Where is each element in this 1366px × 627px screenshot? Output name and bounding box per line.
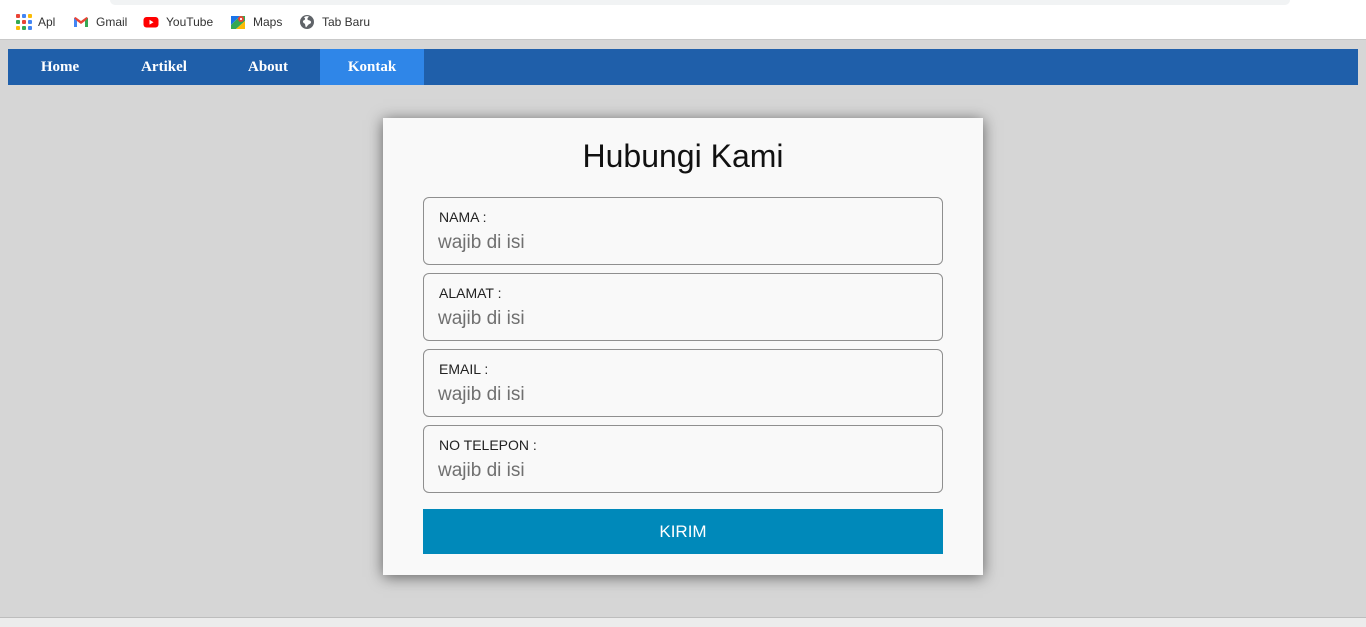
email-field: EMAIL :: [423, 349, 943, 417]
bookmark-new-tab[interactable]: Tab Baru: [299, 13, 370, 31]
phone-label: NO TELEPON :: [439, 437, 537, 453]
address-field: ALAMAT :: [423, 273, 943, 341]
address-input[interactable]: [438, 306, 918, 332]
bookmarks-bar: Apl Gmail YouTube Maps Tab Baru: [0, 0, 1366, 40]
bookmark-label: Apl: [38, 15, 56, 29]
submit-button[interactable]: KIRIM: [423, 509, 943, 554]
email-label: EMAIL :: [439, 361, 489, 377]
nav-item-about[interactable]: About: [216, 49, 320, 85]
youtube-icon: [143, 14, 159, 30]
bookmark-maps[interactable]: Maps: [230, 13, 282, 31]
name-input[interactable]: [438, 230, 918, 256]
nav-item-kontak[interactable]: Kontak: [320, 49, 424, 85]
maps-icon: [230, 14, 246, 30]
bookmark-label: Tab Baru: [322, 15, 371, 29]
nav-item-artikel[interactable]: Artikel: [112, 49, 216, 85]
name-label: NAMA :: [439, 209, 487, 225]
bookmark-youtube[interactable]: YouTube: [143, 13, 213, 31]
bookmark-apps[interactable]: Apl: [15, 13, 55, 31]
bookmark-label: Maps: [253, 15, 283, 29]
main-nav: Home Artikel About Kontak: [8, 49, 1358, 85]
phone-field: NO TELEPON :: [423, 425, 943, 493]
email-input[interactable]: [438, 382, 918, 408]
phone-input[interactable]: [438, 458, 918, 484]
address-bar-edge[interactable]: [110, 0, 1290, 5]
page-scrollbar[interactable]: [1358, 41, 1366, 618]
gmail-icon: [73, 14, 89, 30]
globe-icon: [299, 14, 315, 30]
address-label: ALAMAT :: [439, 285, 502, 301]
form-title: Hubungi Kami: [582, 138, 784, 174]
apps-icon: [15, 14, 32, 30]
bookmark-gmail[interactable]: Gmail: [73, 13, 127, 31]
bookmark-label: Gmail: [96, 15, 128, 29]
nav-item-home[interactable]: Home: [8, 49, 112, 85]
bookmark-label: YouTube: [166, 15, 214, 29]
name-field: NAMA :: [423, 197, 943, 265]
contact-form-card: Hubungi Kami NAMA : ALAMAT : EMAIL : NO …: [383, 118, 983, 575]
